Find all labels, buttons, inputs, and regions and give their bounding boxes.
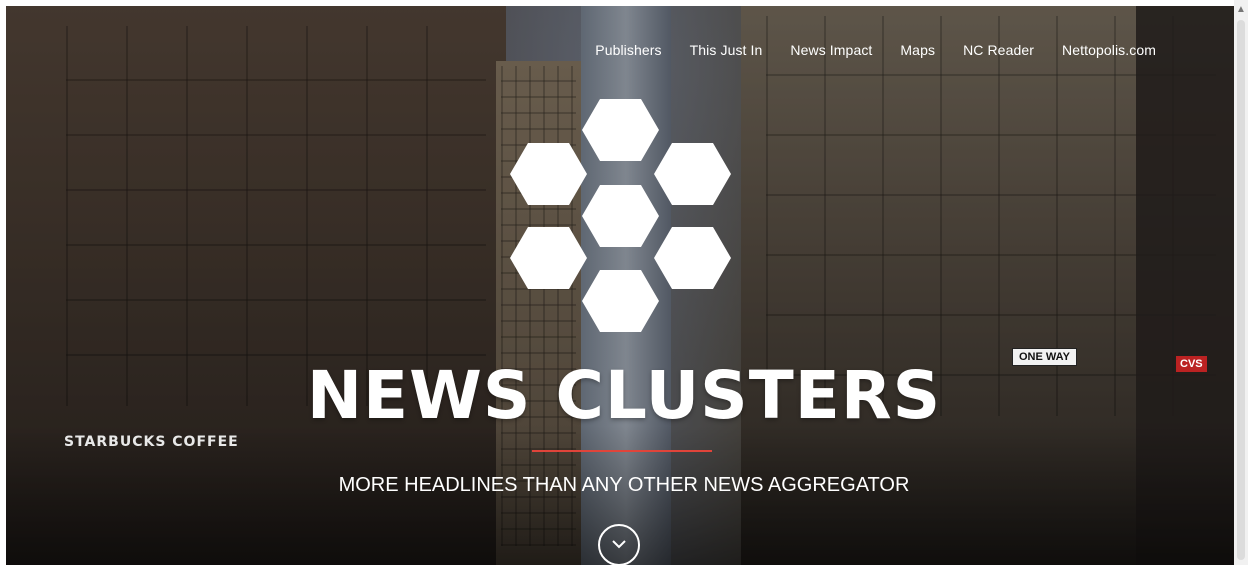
hexagon-upper-right [654,143,731,205]
hexagon-center [582,185,659,247]
site-title: NEWS CLUSTERS [306,357,942,434]
hexagon-top [582,99,659,161]
hexagon-bottom [582,270,659,332]
top-navigation: Publishers This Just In News Impact Maps… [581,42,1156,58]
hexagon-lower-left [510,227,587,289]
chevron-down-icon [612,540,626,549]
vertical-scrollbar[interactable]: ▲ [1234,0,1248,565]
starbucks-sign: STARBUCKS COFFEE [64,434,239,450]
nav-maps[interactable]: Maps [886,42,949,58]
nav-nc-reader[interactable]: NC Reader [949,42,1048,58]
nav-this-just-in[interactable]: This Just In [676,42,777,58]
hexagon-lower-right [654,227,731,289]
nav-publishers[interactable]: Publishers [581,42,675,58]
scroll-up-arrow-icon[interactable]: ▲ [1236,4,1246,15]
nav-nettopolis[interactable]: Nettopolis.com [1048,42,1156,58]
browser-viewport: STARBUCKS COFFEE ONE WAY CVS Publishers … [0,0,1248,566]
scrollbar-thumb[interactable] [1237,20,1245,560]
hexagon-upper-left [510,143,587,205]
title-underline [532,450,712,452]
hexagon-cluster-icon [510,99,731,332]
scroll-down-button[interactable] [598,524,640,566]
nav-news-impact[interactable]: News Impact [776,42,886,58]
site-tagline: MORE HEADLINES THAN ANY OTHER NEWS AGGRE… [338,474,910,496]
